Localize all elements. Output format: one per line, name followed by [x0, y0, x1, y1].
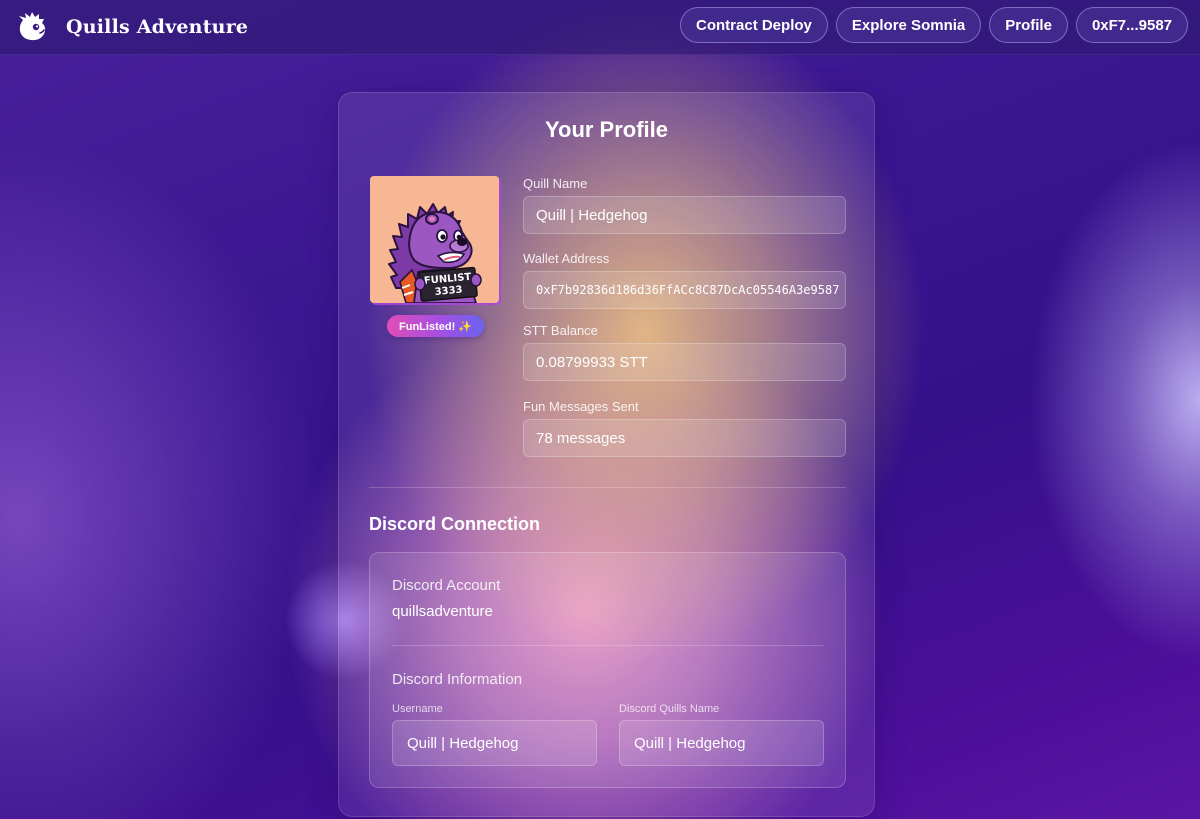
discord-connection-box: Discord Account quillsadventure Discord …: [369, 552, 846, 788]
wallet-button[interactable]: 0xF7...9587: [1075, 7, 1188, 43]
quill-name-label: Quill Name: [523, 176, 588, 191]
discord-quills-name-label: Discord Quills Name: [619, 703, 720, 715]
funlisted-badge: FunListed! ✨: [387, 315, 484, 337]
wallet-address-label: Wallet Address: [523, 251, 610, 266]
brand[interactable]: Quills Adventure: [16, 9, 248, 45]
profile-card: Your Profile FUNLIST 3333 FunListed! ✨ Q…: [338, 92, 875, 817]
app-name: Quills Adventure: [66, 16, 249, 38]
discord-section-title: Discord Connection: [369, 514, 541, 534]
explore-somnia-button[interactable]: Explore Somnia: [835, 7, 982, 43]
quill-hedgehog-logo-icon: [16, 10, 50, 44]
stt-balance-field[interactable]: 0.08799933 STT: [523, 343, 846, 381]
quill-name-field[interactable]: Quill | Hedgehog: [523, 196, 846, 234]
top-navigation-bar: Quills Adventure Contract Deploy Explore…: [0, 0, 1200, 55]
fun-messages-label: Fun Messages Sent: [523, 399, 639, 414]
username-label: Username: [392, 703, 443, 715]
discord-information-label: Discord Information: [392, 671, 523, 688]
wallet-address-field[interactable]: 0xF7b92836d186d36FfACc8C87DcAc05546A3e95…: [523, 271, 846, 309]
fun-messages-field[interactable]: 78 messages: [523, 419, 846, 457]
section-divider: [369, 487, 846, 488]
discord-account-value: quillsadventure: [392, 603, 493, 620]
page-title: Your Profile: [544, 117, 669, 142]
discord-divider: [392, 645, 823, 646]
contract-deploy-button[interactable]: Contract Deploy: [680, 7, 828, 43]
avatar: FUNLIST 3333: [370, 176, 499, 303]
discord-quills-name-field[interactable]: Quill | Hedgehog: [619, 720, 824, 766]
main-nav: Contract Deploy Explore Somnia Profile 0…: [680, 7, 1188, 43]
stt-balance-label: STT Balance: [523, 323, 598, 338]
username-field[interactable]: Quill | Hedgehog: [392, 720, 597, 766]
profile-button[interactable]: Profile: [989, 7, 1068, 43]
discord-account-label: Discord Account: [392, 577, 501, 594]
hedgehog-avatar-icon: FUNLIST 3333: [370, 176, 499, 303]
